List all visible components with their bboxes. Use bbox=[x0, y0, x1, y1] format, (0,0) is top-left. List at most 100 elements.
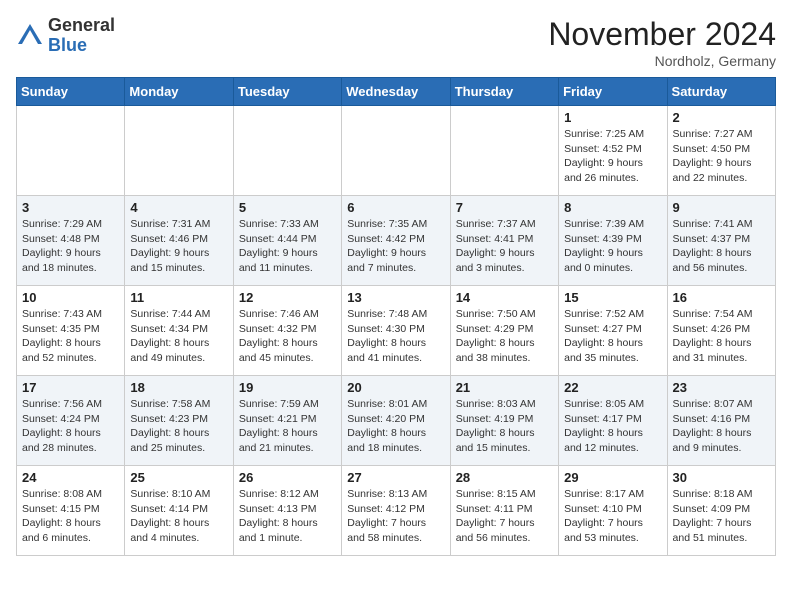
day-info: Sunrise: 7:50 AMSunset: 4:29 PMDaylight:… bbox=[456, 308, 536, 364]
day-info: Sunrise: 7:48 AMSunset: 4:30 PMDaylight:… bbox=[347, 308, 427, 364]
day-number: 13 bbox=[347, 290, 444, 305]
day-number: 24 bbox=[22, 470, 119, 485]
day-info: Sunrise: 7:27 AMSunset: 4:50 PMDaylight:… bbox=[673, 128, 753, 184]
calendar-cell: 19 Sunrise: 7:59 AMSunset: 4:21 PMDayligh… bbox=[233, 376, 341, 466]
day-number: 10 bbox=[22, 290, 119, 305]
calendar-cell: 9Sunrise: 7:41 AMSunset: 4:37 PMDaylight… bbox=[667, 196, 775, 286]
day-info: Sunrise: 8:10 AMSunset: 4:14 PMDaylight:… bbox=[130, 488, 210, 544]
calendar-cell: 20 Sunrise: 8:01 AMSunset: 4:20 PMDayligh… bbox=[342, 376, 450, 466]
day-info: Sunrise: 7:52 AMSunset: 4:27 PMDaylight:… bbox=[564, 308, 644, 364]
month-title: November 2024 bbox=[548, 16, 776, 53]
calendar-body: 1 Sunrise: 7:25 AMSunset: 4:52 PMDaylight… bbox=[17, 106, 776, 556]
day-info: Sunrise: 7:44 AMSunset: 4:34 PMDaylight:… bbox=[130, 308, 210, 364]
day-number: 20 bbox=[347, 380, 444, 395]
day-info: Sunrise: 7:59 AMSunset: 4:21 PMDaylight:… bbox=[239, 398, 319, 454]
calendar-cell: 17Sunrise: 7:56 AMSunset: 4:24 PMDayligh… bbox=[17, 376, 125, 466]
day-info: Sunrise: 8:13 AMSunset: 4:12 PMDaylight:… bbox=[347, 488, 427, 544]
calendar-cell: 23 Sunrise: 8:07 AMSunset: 4:16 PMDayligh… bbox=[667, 376, 775, 466]
day-number: 3 bbox=[22, 200, 119, 215]
calendar-cell: 11 Sunrise: 7:44 AMSunset: 4:34 PMDayligh… bbox=[125, 286, 233, 376]
day-number: 14 bbox=[456, 290, 553, 305]
calendar-cell: 2 Sunrise: 7:27 AMSunset: 4:50 PMDaylight… bbox=[667, 106, 775, 196]
logo: General Blue bbox=[16, 16, 115, 56]
day-number: 16 bbox=[673, 290, 770, 305]
day-number: 18 bbox=[130, 380, 227, 395]
calendar-header: SundayMondayTuesdayWednesdayThursdayFrid… bbox=[17, 78, 776, 106]
day-info: Sunrise: 7:37 AMSunset: 4:41 PMDaylight:… bbox=[456, 218, 536, 274]
day-info: Sunrise: 8:05 AMSunset: 4:17 PMDaylight:… bbox=[564, 398, 644, 454]
calendar-cell bbox=[342, 106, 450, 196]
day-info: Sunrise: 7:54 AMSunset: 4:26 PMDaylight:… bbox=[673, 308, 753, 364]
calendar-cell: 21Sunrise: 8:03 AMSunset: 4:19 PMDayligh… bbox=[450, 376, 558, 466]
day-of-week-header: Saturday bbox=[667, 78, 775, 106]
calendar-table: SundayMondayTuesdayWednesdayThursdayFrid… bbox=[16, 77, 776, 556]
calendar-week-row: 1 Sunrise: 7:25 AMSunset: 4:52 PMDaylight… bbox=[17, 106, 776, 196]
day-number: 26 bbox=[239, 470, 336, 485]
calendar-cell: 16 Sunrise: 7:54 AMSunset: 4:26 PMDayligh… bbox=[667, 286, 775, 376]
location: Nordholz, Germany bbox=[548, 53, 776, 69]
page-header: General Blue November 2024 Nordholz, Ger… bbox=[16, 16, 776, 69]
title-block: November 2024 Nordholz, Germany bbox=[548, 16, 776, 69]
calendar-cell: 18 Sunrise: 7:58 AMSunset: 4:23 PMDayligh… bbox=[125, 376, 233, 466]
calendar-cell: 5 Sunrise: 7:33 AMSunset: 4:44 PMDaylight… bbox=[233, 196, 341, 286]
day-number: 11 bbox=[130, 290, 227, 305]
day-number: 21 bbox=[456, 380, 553, 395]
calendar-cell bbox=[125, 106, 233, 196]
day-info: Sunrise: 7:33 AMSunset: 4:44 PMDaylight:… bbox=[239, 218, 319, 274]
calendar-cell: 7 Sunrise: 7:37 AMSunset: 4:41 PMDaylight… bbox=[450, 196, 558, 286]
calendar-cell: 14 Sunrise: 7:50 AMSunset: 4:29 PMDayligh… bbox=[450, 286, 558, 376]
day-info: Sunrise: 8:01 AMSunset: 4:20 PMDaylight:… bbox=[347, 398, 427, 454]
day-number: 6 bbox=[347, 200, 444, 215]
calendar-cell: 25 Sunrise: 8:10 AMSunset: 4:14 PMDayligh… bbox=[125, 466, 233, 556]
day-number: 19 bbox=[239, 380, 336, 395]
logo-text: General Blue bbox=[48, 16, 115, 56]
day-number: 8 bbox=[564, 200, 661, 215]
calendar-cell: 12Sunrise: 7:46 AMSunset: 4:32 PMDayligh… bbox=[233, 286, 341, 376]
day-info: Sunrise: 8:18 AMSunset: 4:09 PMDaylight:… bbox=[673, 488, 753, 544]
calendar-cell bbox=[450, 106, 558, 196]
day-of-week-header: Wednesday bbox=[342, 78, 450, 106]
calendar-cell: 26 Sunrise: 8:12 AMSunset: 4:13 PMDayligh… bbox=[233, 466, 341, 556]
day-number: 28 bbox=[456, 470, 553, 485]
day-info: Sunrise: 7:31 AMSunset: 4:46 PMDaylight:… bbox=[130, 218, 210, 274]
calendar-cell: 8 Sunrise: 7:39 AMSunset: 4:39 PMDaylight… bbox=[559, 196, 667, 286]
logo-icon bbox=[16, 22, 44, 50]
day-number: 15 bbox=[564, 290, 661, 305]
calendar-cell: 22 Sunrise: 8:05 AMSunset: 4:17 PMDayligh… bbox=[559, 376, 667, 466]
day-info: Sunrise: 8:17 AMSunset: 4:10 PMDaylight:… bbox=[564, 488, 644, 544]
day-of-week-header: Thursday bbox=[450, 78, 558, 106]
day-number: 5 bbox=[239, 200, 336, 215]
day-info: Sunrise: 7:43 AMSunset: 4:35 PMDaylight:… bbox=[22, 308, 102, 364]
day-number: 29 bbox=[564, 470, 661, 485]
day-info: Sunrise: 8:15 AMSunset: 4:11 PMDaylight:… bbox=[456, 488, 536, 544]
day-info: Sunrise: 8:07 AMSunset: 4:16 PMDaylight:… bbox=[673, 398, 753, 454]
day-of-week-header: Tuesday bbox=[233, 78, 341, 106]
day-info: Sunrise: 7:58 AMSunset: 4:23 PMDaylight:… bbox=[130, 398, 210, 454]
day-info: Sunrise: 8:12 AMSunset: 4:13 PMDaylight:… bbox=[239, 488, 319, 544]
calendar-cell: 15 Sunrise: 7:52 AMSunset: 4:27 PMDayligh… bbox=[559, 286, 667, 376]
day-number: 30 bbox=[673, 470, 770, 485]
day-info: Sunrise: 7:39 AMSunset: 4:39 PMDaylight:… bbox=[564, 218, 644, 274]
day-number: 22 bbox=[564, 380, 661, 395]
calendar-cell: 30 Sunrise: 8:18 AMSunset: 4:09 PMDayligh… bbox=[667, 466, 775, 556]
calendar-cell: 3 Sunrise: 7:29 AMSunset: 4:48 PMDaylight… bbox=[17, 196, 125, 286]
calendar-cell: 1 Sunrise: 7:25 AMSunset: 4:52 PMDaylight… bbox=[559, 106, 667, 196]
calendar-cell: 4 Sunrise: 7:31 AMSunset: 4:46 PMDaylight… bbox=[125, 196, 233, 286]
day-number: 7 bbox=[456, 200, 553, 215]
day-number: 9 bbox=[673, 200, 770, 215]
day-number: 25 bbox=[130, 470, 227, 485]
day-info: Sunrise: 7:29 AMSunset: 4:48 PMDaylight:… bbox=[22, 218, 102, 274]
day-info: Sunrise: 7:25 AMSunset: 4:52 PMDaylight:… bbox=[564, 128, 644, 184]
day-number: 1 bbox=[564, 110, 661, 125]
day-of-week-header: Sunday bbox=[17, 78, 125, 106]
calendar-cell: 6Sunrise: 7:35 AMSunset: 4:42 PMDaylight… bbox=[342, 196, 450, 286]
calendar-cell: 29 Sunrise: 8:17 AMSunset: 4:10 PMDayligh… bbox=[559, 466, 667, 556]
calendar-cell: 13 Sunrise: 7:48 AMSunset: 4:30 PMDayligh… bbox=[342, 286, 450, 376]
calendar-cell: 24Sunrise: 8:08 AMSunset: 4:15 PMDayligh… bbox=[17, 466, 125, 556]
calendar-week-row: 24Sunrise: 8:08 AMSunset: 4:15 PMDayligh… bbox=[17, 466, 776, 556]
day-info: Sunrise: 7:46 AMSunset: 4:32 PMDaylight:… bbox=[239, 308, 319, 364]
calendar-week-row: 10 Sunrise: 7:43 AMSunset: 4:35 PMDayligh… bbox=[17, 286, 776, 376]
day-number: 4 bbox=[130, 200, 227, 215]
day-number: 2 bbox=[673, 110, 770, 125]
day-number: 23 bbox=[673, 380, 770, 395]
